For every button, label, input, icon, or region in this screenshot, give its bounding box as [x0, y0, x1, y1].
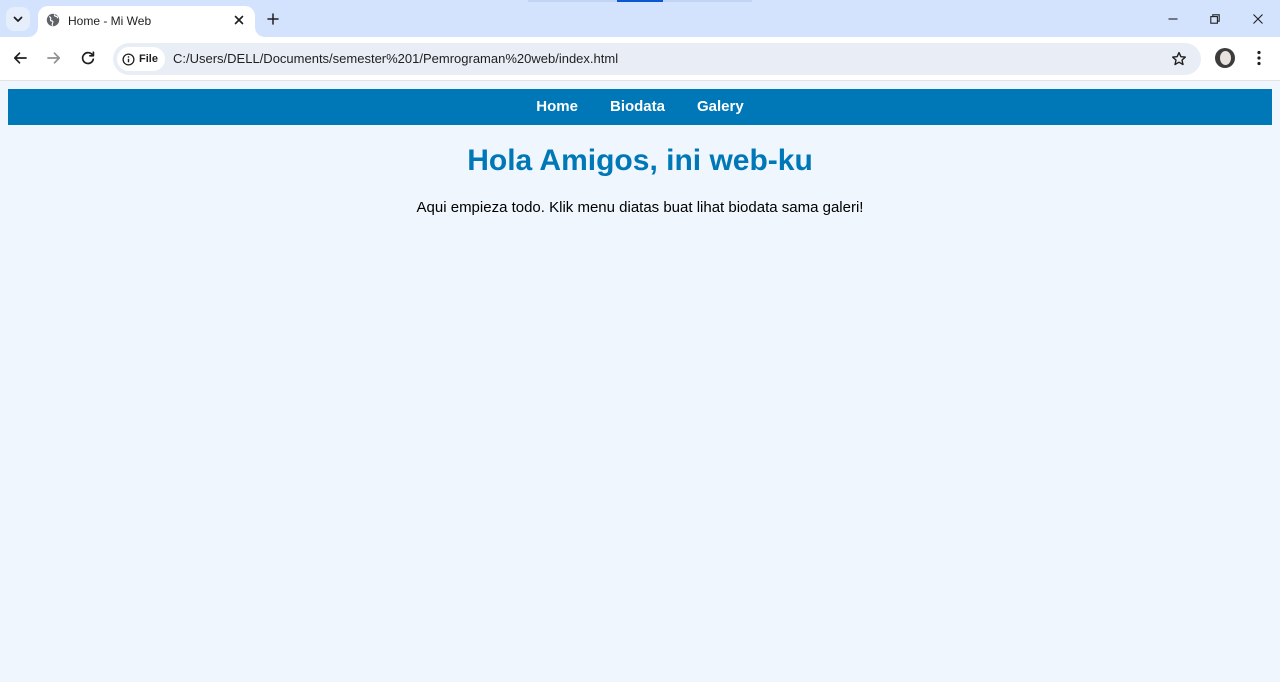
restore-button[interactable] — [1204, 8, 1226, 30]
browser-menu-button[interactable] — [1249, 48, 1269, 68]
bookmark-button[interactable] — [1169, 49, 1189, 69]
nav-link-galery[interactable]: Galery — [681, 89, 760, 125]
minimize-button[interactable] — [1162, 8, 1184, 30]
forward-button[interactable] — [43, 47, 65, 69]
browser-toolbar: File C:/Users/DELL/Documents/semester%20… — [0, 37, 1280, 81]
site-info-chip[interactable]: File — [117, 47, 165, 71]
info-icon — [122, 52, 135, 66]
browser-titlebar: Home - Mi Web — [0, 0, 1280, 37]
plus-icon — [267, 13, 279, 25]
tab-search-button[interactable] — [6, 7, 30, 31]
window-close-button[interactable] — [1247, 8, 1269, 30]
page-title: Hola Amigos, ini web-ku — [467, 144, 813, 177]
restore-icon — [1210, 14, 1220, 24]
forward-icon — [47, 52, 61, 64]
new-tab-button[interactable] — [263, 9, 283, 29]
intro-text: Aqui empieza todo. Klik menu diatas buat… — [416, 199, 864, 216]
avatar[interactable] — [1215, 48, 1235, 68]
tab-list-icon — [13, 16, 23, 22]
reload-icon — [81, 51, 95, 65]
tab-title: Home - Mi Web — [68, 14, 152, 28]
browser-tab-active[interactable]: Home - Mi Web — [38, 6, 255, 37]
titlebar-indicator — [617, 0, 663, 2]
site-chip-label: File — [139, 53, 158, 65]
tab-close-button[interactable] — [231, 12, 247, 28]
nav-link-home[interactable]: Home — [520, 89, 594, 125]
more-vert-icon — [1257, 50, 1261, 66]
back-icon — [13, 52, 27, 64]
star-icon — [1172, 51, 1186, 66]
nav-link-biodata[interactable]: Biodata — [594, 89, 681, 125]
url-text[interactable]: C:/Users/DELL/Documents/semester%201/Pem… — [173, 51, 618, 66]
reload-button[interactable] — [77, 47, 99, 69]
minimize-icon — [1168, 18, 1178, 20]
globe-icon — [46, 13, 60, 27]
window-close-icon — [1253, 14, 1263, 24]
back-button[interactable] — [9, 47, 31, 69]
site-nav: Home Biodata Galery — [8, 89, 1272, 125]
close-icon — [234, 15, 244, 25]
address-bar[interactable]: File C:/Users/DELL/Documents/semester%20… — [113, 43, 1201, 75]
avatar-face — [1220, 51, 1231, 65]
